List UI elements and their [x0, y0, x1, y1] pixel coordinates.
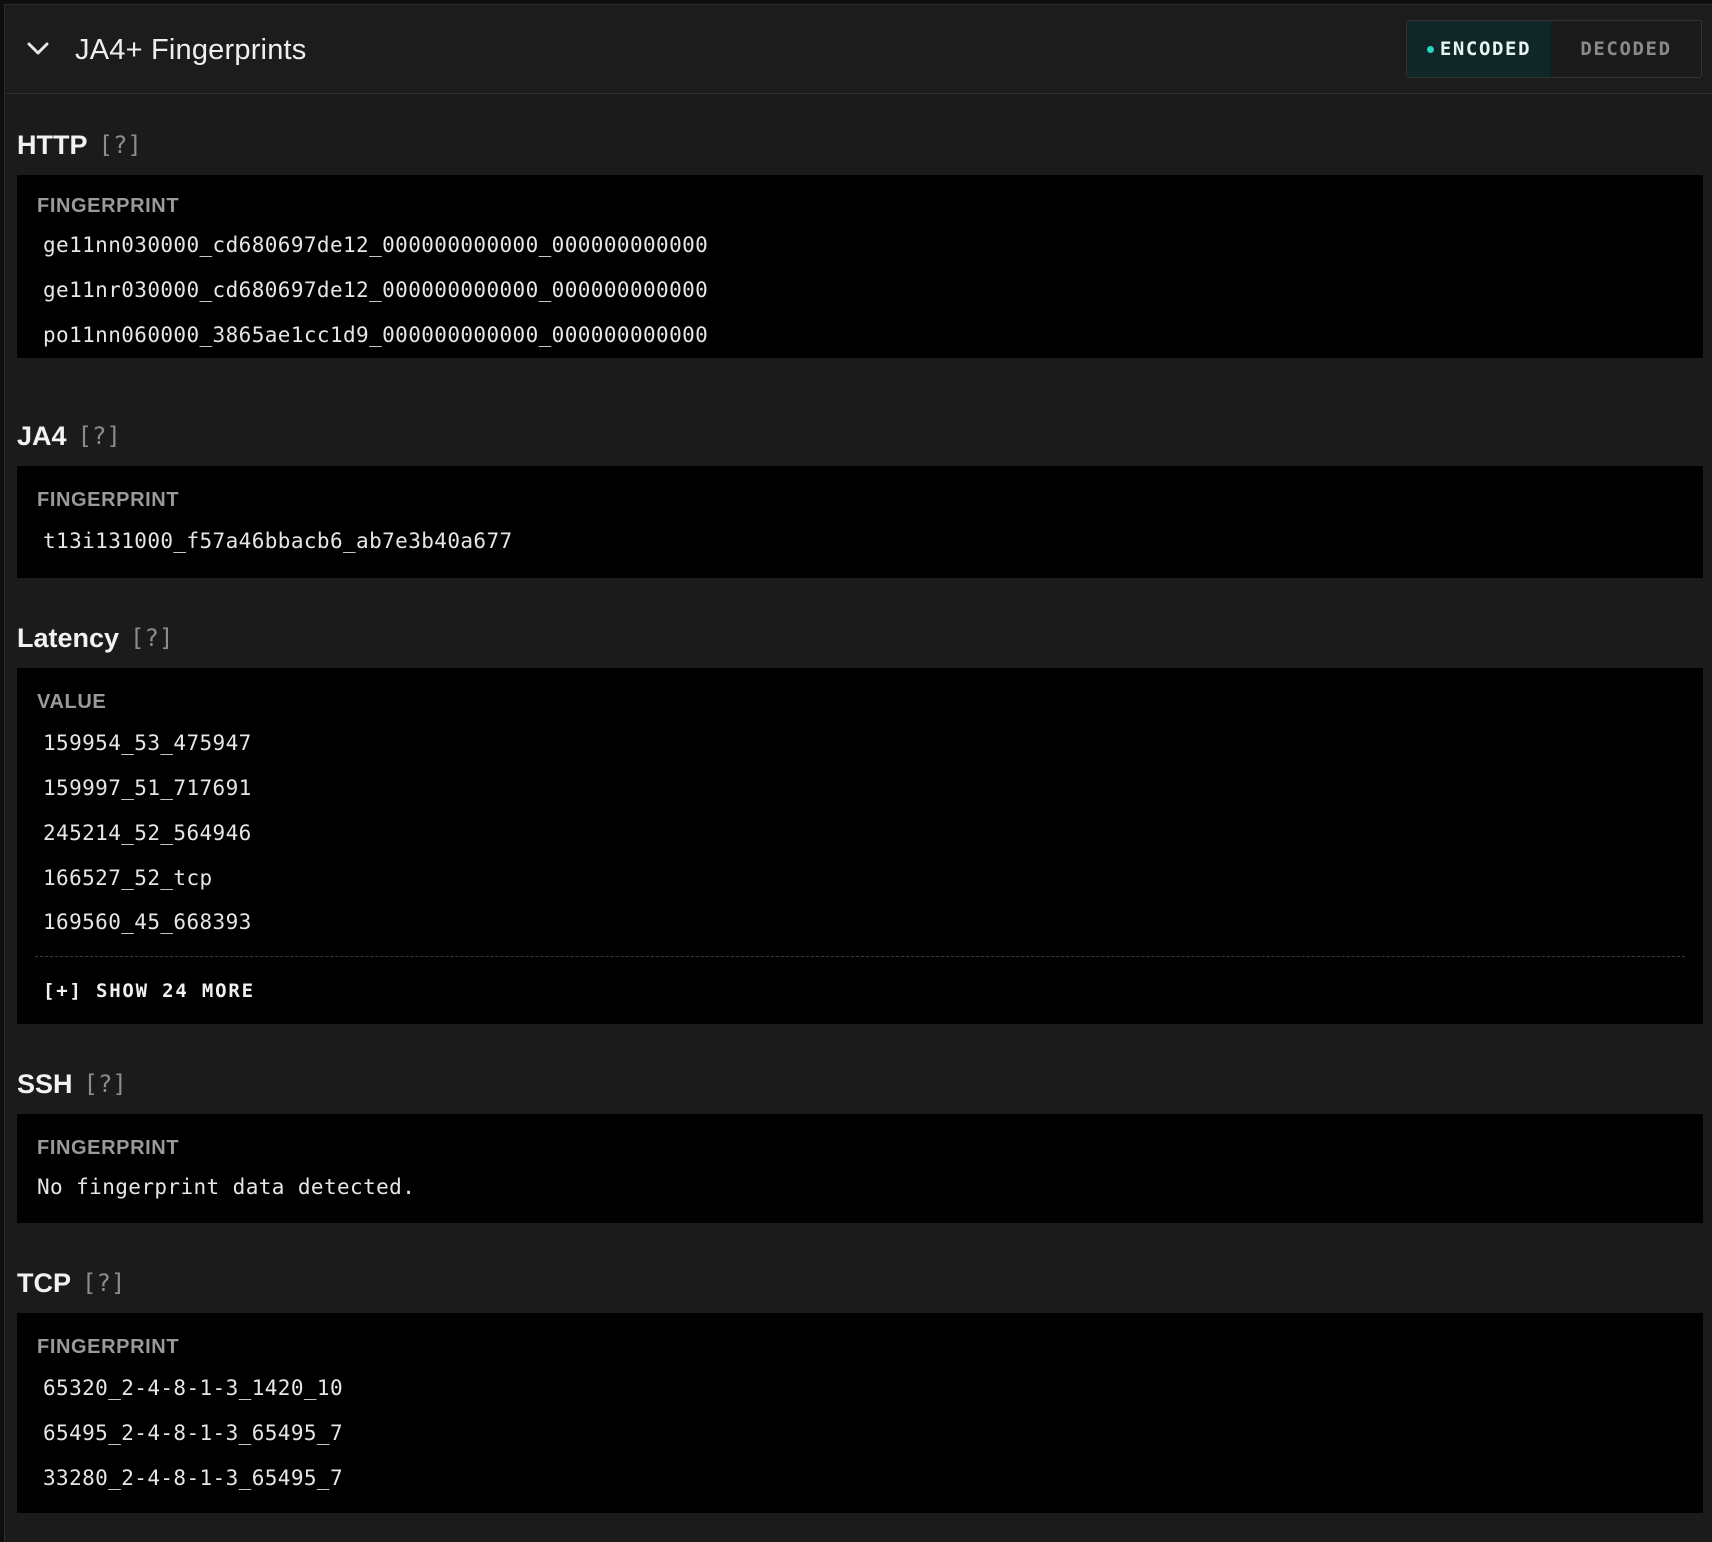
section-title-ssh: SSH [?]: [17, 1068, 127, 1100]
help-button[interactable]: [?]: [130, 622, 173, 654]
list-item: 166527_52_tcp: [43, 866, 213, 890]
help-button[interactable]: [?]: [84, 1068, 127, 1100]
list-item: 169560_45_668393: [43, 910, 252, 934]
empty-state-text: No fingerprint data detected.: [37, 1175, 416, 1199]
box-label: FINGERPRINT: [37, 489, 180, 511]
box-label: VALUE: [37, 691, 107, 713]
box-label: FINGERPRINT: [37, 1137, 180, 1159]
section-heading: HTTP: [17, 130, 88, 160]
divider: [35, 956, 1685, 957]
help-button[interactable]: [?]: [99, 129, 142, 161]
toggle-encoded-button[interactable]: ENCODED: [1407, 21, 1551, 77]
section-title-ja4: JA4 [?]: [17, 420, 121, 452]
section-heading: JA4: [17, 421, 67, 451]
section-heading: Latency: [17, 623, 120, 653]
list-item: 65495_2-4-8-1-3_65495_7: [43, 1421, 343, 1445]
box-label: FINGERPRINT: [37, 1336, 180, 1358]
active-dot-icon: [1426, 45, 1434, 53]
section-title-tcp: TCP [?]: [17, 1267, 125, 1299]
encoding-toggle: ENCODED DECODED: [1406, 20, 1702, 78]
list-item: ge11nn030000_cd680697de12_000000000000_0…: [43, 233, 709, 257]
list-item: t13i131000_f57a46bbacb6_ab7e3b40a677: [43, 529, 513, 553]
section-heading: SSH: [17, 1069, 73, 1099]
list-item: 159954_53_475947: [43, 731, 252, 755]
help-button[interactable]: [?]: [82, 1267, 125, 1299]
http-fingerprint-box: FINGERPRINT ge11nn030000_cd680697de12_00…: [17, 175, 1703, 358]
list-item: po11nn060000_3865ae1cc1d9_000000000000_0…: [43, 323, 709, 347]
panel-title: JA4+ Fingerprints: [75, 34, 307, 66]
fingerprints-panel: JA4+ Fingerprints ENCODED DECODED HTTP […: [4, 4, 1712, 1542]
show-more-button[interactable]: [+] SHOW 24 MORE: [43, 979, 255, 1003]
panel-header: JA4+ Fingerprints ENCODED DECODED: [5, 5, 1712, 94]
ssh-fingerprint-box: FINGERPRINT No fingerprint data detected…: [17, 1114, 1703, 1223]
toggle-decoded-button[interactable]: DECODED: [1551, 21, 1701, 77]
list-item: ge11nr030000_cd680697de12_000000000000_0…: [43, 278, 709, 302]
box-label: FINGERPRINT: [37, 195, 180, 217]
section-title-latency: Latency [?]: [17, 622, 173, 654]
section-title-http: HTTP [?]: [17, 129, 142, 161]
help-button[interactable]: [?]: [78, 420, 121, 452]
chevron-down-icon[interactable]: [25, 39, 51, 59]
latency-value-box: VALUE 159954_53_475947 159997_51_717691 …: [17, 668, 1703, 1024]
list-item: 33280_2-4-8-1-3_65495_7: [43, 1466, 343, 1490]
section-heading: TCP: [17, 1268, 71, 1298]
tcp-fingerprint-box: FINGERPRINT 65320_2-4-8-1-3_1420_10 6549…: [17, 1313, 1703, 1513]
toggle-encoded-label: ENCODED: [1439, 38, 1532, 60]
toggle-decoded-label: DECODED: [1580, 38, 1672, 60]
list-item: 159997_51_717691: [43, 776, 252, 800]
list-item: 65320_2-4-8-1-3_1420_10: [43, 1376, 343, 1400]
list-item: 245214_52_564946: [43, 821, 252, 845]
ja4-fingerprint-box: FINGERPRINT t13i131000_f57a46bbacb6_ab7e…: [17, 466, 1703, 578]
